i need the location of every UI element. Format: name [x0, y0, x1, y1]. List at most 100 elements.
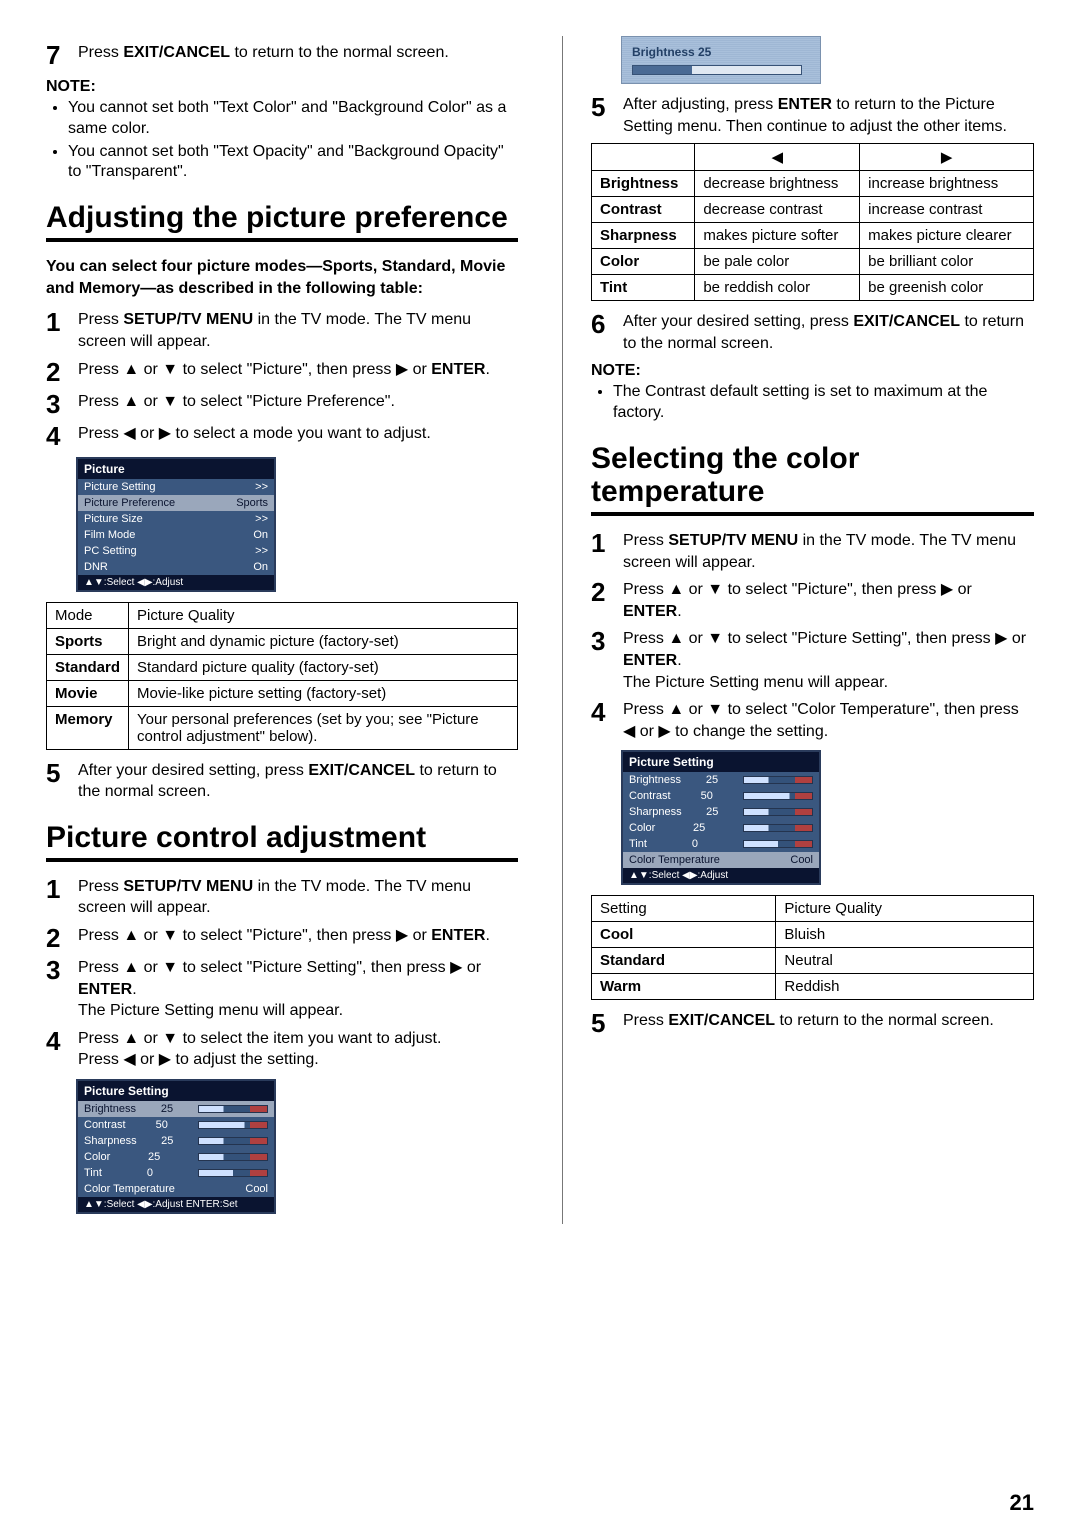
osd-value: >>	[255, 481, 268, 493]
note-item: You cannot set both "Text Color" and "Ba…	[68, 98, 518, 140]
step-number: 2	[46, 925, 68, 951]
table-row: Brightnessdecrease brightnessincrease br…	[592, 171, 1034, 197]
osd-row: Color TemperatureCool	[623, 852, 819, 868]
step-number: 3	[46, 957, 68, 1022]
osd-label: Film Mode	[84, 529, 135, 541]
step-text: Press ▲ or ▼ to select "Picture", then p…	[78, 359, 490, 385]
osd-label: Contrast	[84, 1119, 126, 1131]
table-cell: Warm	[592, 974, 776, 1000]
table-cell: Contrast	[592, 197, 695, 223]
note-item: You cannot set both "Text Opacity" and "…	[68, 142, 518, 184]
step-number: 4	[46, 1028, 68, 1071]
step-number: 5	[591, 94, 613, 137]
step: 1Press SETUP/TV MENU in the TV mode. The…	[46, 876, 518, 919]
osd-slider	[743, 792, 813, 800]
brightness-label: Brightness 25	[632, 45, 810, 59]
table-row: Tintbe reddish colorbe greenish color	[592, 275, 1034, 301]
osd-label: Tint	[84, 1167, 102, 1179]
osd-row: Picture PreferenceSports	[78, 495, 274, 511]
osd-value: 25	[161, 1103, 173, 1115]
table-cell: Brightness	[592, 171, 695, 197]
table-header: Picture Quality	[776, 896, 1034, 922]
table-cell: Cool	[592, 922, 776, 948]
step-number: 3	[46, 391, 68, 417]
table-row: SportsBright and dynamic picture (factor…	[47, 628, 518, 654]
step: 4 Press ◀ or ▶ to select a mode you want …	[46, 423, 518, 449]
step: 2 Press ▲ or ▼ to select "Picture", then …	[46, 925, 518, 951]
note-heading: NOTE:	[46, 78, 518, 96]
step: 2Press ▲ or ▼ to select "Picture", then …	[591, 579, 1034, 622]
osd-row: PC Setting>>	[78, 543, 274, 559]
table-cell: decrease brightness	[695, 171, 860, 197]
note-heading: NOTE:	[591, 362, 1034, 380]
step: 4Press ▲ or ▼ to select "Color Temperatu…	[591, 699, 1034, 742]
osd-label: Picture Preference	[84, 497, 175, 509]
osd-slider	[743, 776, 813, 784]
section-heading-color-temp: Selecting the color temperature	[591, 442, 1034, 516]
osd-row: Brightness25	[78, 1101, 274, 1117]
table-header: ▶	[860, 144, 1034, 171]
step-number: 2	[46, 359, 68, 385]
table-cell: be greenish color	[860, 275, 1034, 301]
brightness-bar	[632, 65, 802, 75]
section-intro: You can select four picture modes—Sports…	[46, 256, 518, 299]
step-number: 7	[46, 42, 68, 68]
step: 1Press SETUP/TV MENU in the TV mode. The…	[591, 530, 1034, 573]
osd-value: 25	[693, 822, 705, 834]
table-row: CoolBluish	[592, 922, 1034, 948]
osd-label: Brightness	[629, 774, 681, 786]
osd-value: 25	[148, 1151, 160, 1163]
step: 2 Press ▲ or ▼ to select "Picture", then …	[46, 359, 518, 385]
table-row: Sharpnessmakes picture softermakes pictu…	[592, 223, 1034, 249]
osd-row: Tint0	[78, 1165, 274, 1181]
table-cell: Bluish	[776, 922, 1034, 948]
table-cell: Bright and dynamic picture (factory-set)	[129, 628, 518, 654]
left-column: 7 Press EXIT/CANCEL to return to the nor…	[46, 36, 518, 1224]
step-text: Press ▲ or ▼ to select "Picture", then p…	[78, 925, 490, 951]
osd-label: Picture Setting	[84, 481, 156, 493]
note-item: The Contrast default setting is set to m…	[613, 382, 1034, 424]
table-header	[592, 144, 695, 171]
osd-label: Color	[84, 1151, 110, 1163]
osd-value: 0	[692, 838, 698, 850]
osd-label: Picture Size	[84, 513, 143, 525]
table-row: Contrastdecrease contrastincrease contra…	[592, 197, 1034, 223]
osd-slider	[198, 1169, 268, 1177]
table-row: WarmReddish	[592, 974, 1034, 1000]
step-text: Press ▲ or ▼ to select the item you want…	[78, 1028, 441, 1071]
step: 1Press SETUP/TV MENU in the TV mode. The…	[46, 309, 518, 352]
section-heading-adjust-pref: Adjusting the picture preference	[46, 201, 518, 242]
table-header: Picture Quality	[129, 602, 518, 628]
osd-row: Picture Size >>	[78, 511, 274, 527]
osd-row: Tint0	[623, 836, 819, 852]
osd-picture-menu: PicturePicture Setting>>Picture Preferen…	[76, 457, 276, 592]
step-text: Press SETUP/TV MENU in the TV mode. The …	[623, 530, 1034, 573]
osd-value: 25	[706, 806, 718, 818]
osd-row: Color 25	[78, 1149, 274, 1165]
step-text: Press EXIT/CANCEL to return to the norma…	[623, 1010, 994, 1036]
osd-value: On	[253, 561, 268, 573]
step: 3Press ▲ or ▼ to select "Picture Setting…	[591, 628, 1034, 693]
page-number: 21	[1010, 1490, 1034, 1516]
table-cell: increase contrast	[860, 197, 1034, 223]
section-heading-control-adjust: Picture control adjustment	[46, 821, 518, 862]
temperature-table: SettingPicture QualityCoolBluishStandard…	[591, 895, 1034, 1000]
step-number: 1	[46, 309, 68, 352]
osd-value: >>	[255, 513, 268, 525]
step-text: After adjusting, press ENTER to return t…	[623, 94, 1034, 137]
table-cell: Standard	[592, 948, 776, 974]
table-cell: Sharpness	[592, 223, 695, 249]
mode-table: ModePicture QualitySportsBright and dyna…	[46, 602, 518, 750]
table-cell: decrease contrast	[695, 197, 860, 223]
osd-value: 25	[706, 774, 718, 786]
step-text: Press ▲ or ▼ to select "Picture Setting"…	[78, 957, 518, 1022]
osd-value: 50	[156, 1119, 168, 1131]
osd-label: PC Setting	[84, 545, 137, 557]
table-cell: increase brightness	[860, 171, 1034, 197]
step: 3Press ▲ or ▼ to select "Picture Prefere…	[46, 391, 518, 417]
step-number: 4	[46, 423, 68, 449]
osd-value: Cool	[245, 1183, 268, 1195]
step-text: Press ◀ or ▶ to select a mode you want t…	[78, 423, 431, 449]
table-header: Mode	[47, 602, 129, 628]
osd-slider	[198, 1121, 268, 1129]
